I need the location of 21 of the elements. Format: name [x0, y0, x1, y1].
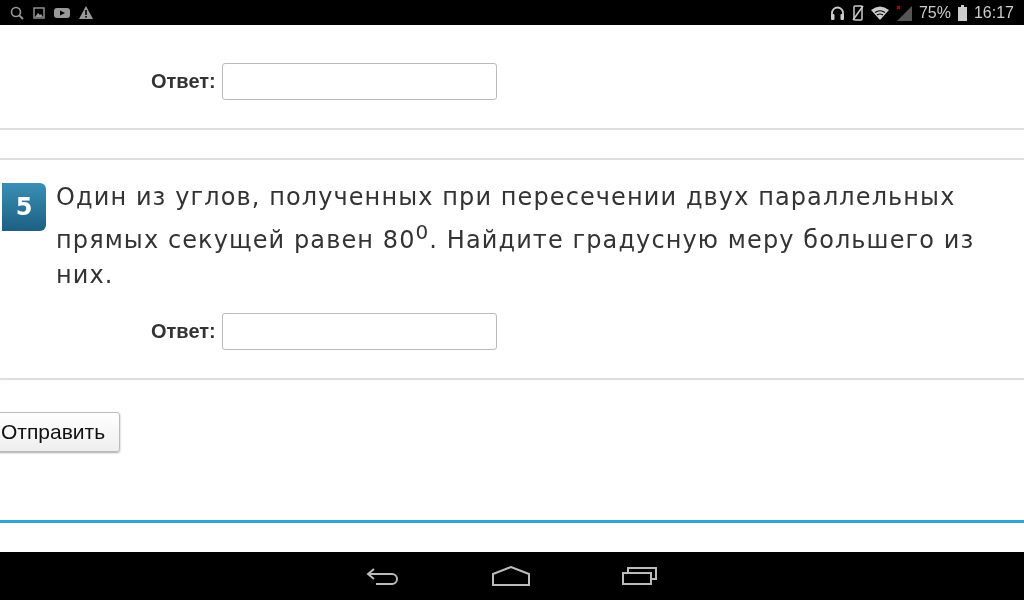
submit-button[interactable]: Отправить [0, 412, 121, 452]
answer-field[interactable] [221, 313, 497, 350]
answer-label: Ответ: [151, 70, 216, 93]
warning-icon [79, 6, 93, 19]
vibrate-off-icon [851, 4, 864, 21]
clock: 16:17 [973, 3, 1014, 22]
image-icon [33, 6, 45, 19]
battery-icon [957, 4, 967, 21]
answer-label: Ответ: [151, 320, 216, 343]
back-icon[interactable] [366, 567, 400, 585]
wifi-icon [870, 5, 889, 20]
headphones-icon [829, 5, 845, 20]
signal-icon [895, 4, 912, 21]
question-number: 5 [2, 183, 46, 231]
battery-percent: 75% [918, 3, 951, 22]
search-icon [10, 5, 24, 20]
question-text: Один из углов, полученных при пересечении двух параллельных прямых секущей равен 80$^{0}$. Найдите градусную меру большего из них. [56, 182, 976, 291]
home-icon[interactable] [492, 566, 530, 586]
recent-apps-icon[interactable] [622, 567, 658, 585]
video-icon [54, 6, 70, 19]
answer-field[interactable] [221, 63, 497, 100]
